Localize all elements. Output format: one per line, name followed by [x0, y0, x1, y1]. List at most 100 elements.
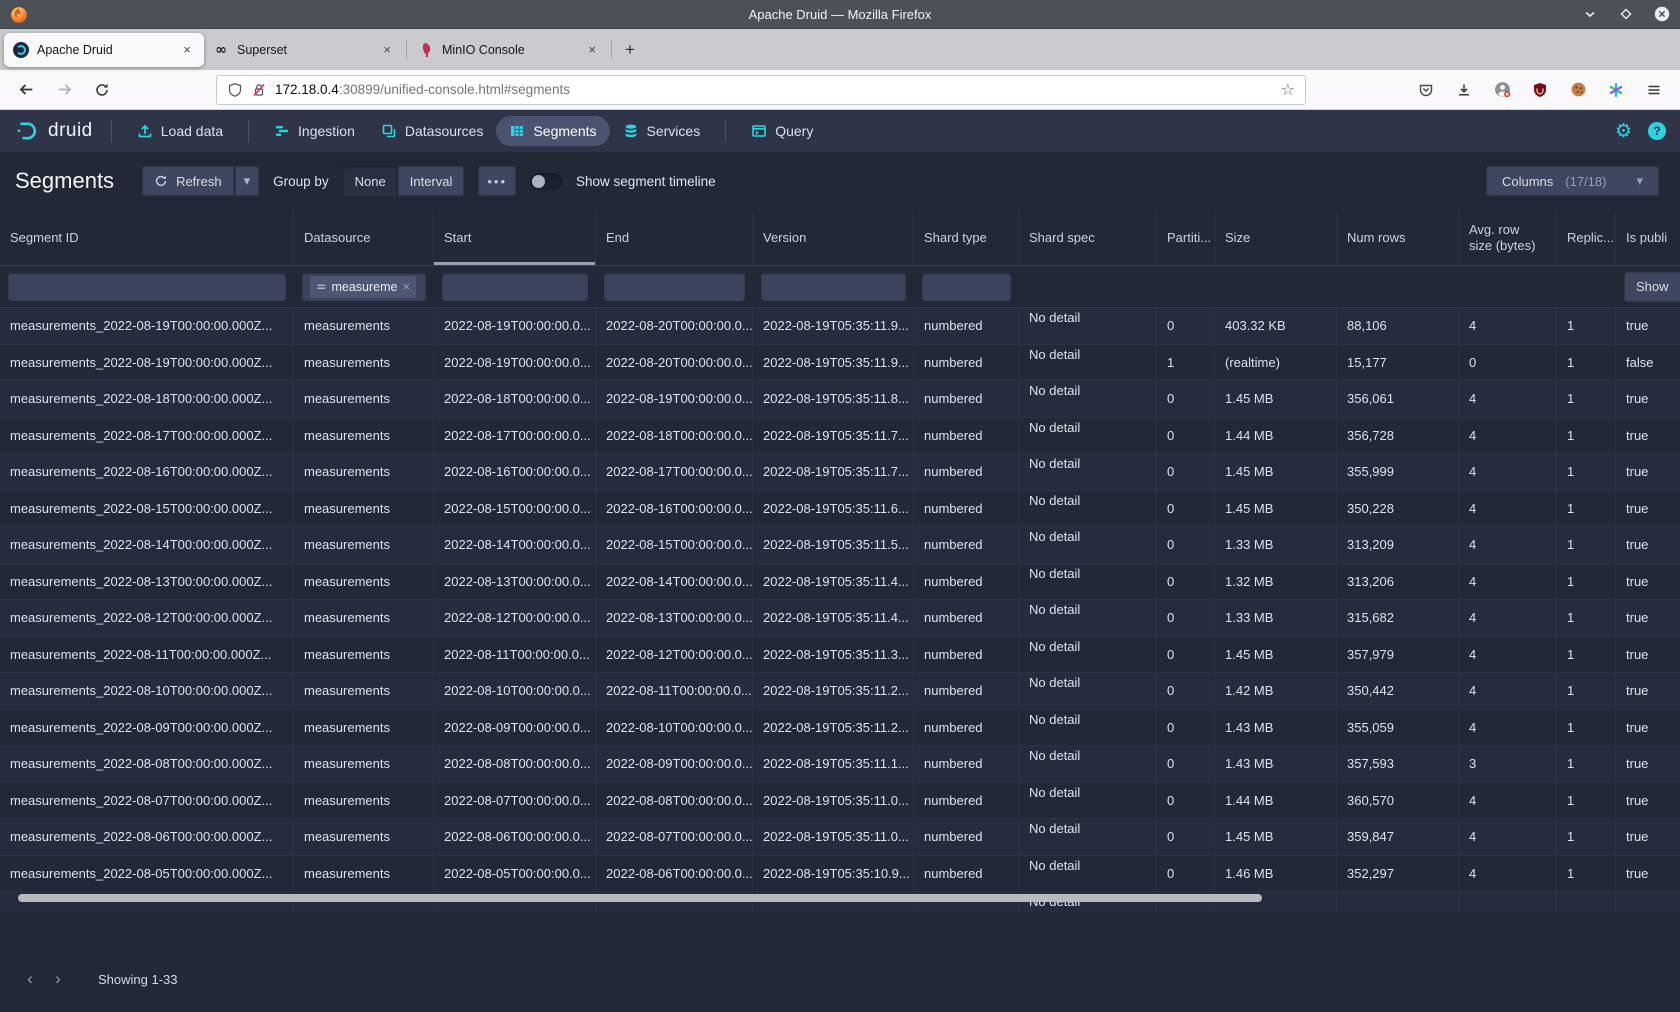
- back-button[interactable]: [10, 75, 42, 105]
- refresh-dropdown-button[interactable]: ▾: [235, 166, 260, 196]
- cell-partition: 0: [1157, 454, 1215, 490]
- close-tab-icon[interactable]: ×: [179, 40, 195, 59]
- reload-button[interactable]: [86, 75, 118, 105]
- column-header-id[interactable]: Segment ID: [0, 210, 294, 265]
- cookie-extension-icon[interactable]: [1562, 75, 1594, 105]
- nav-item-load-data[interactable]: Load data: [124, 116, 236, 146]
- insecure-lock-icon[interactable]: [251, 82, 267, 98]
- filter-input-end[interactable]: [604, 273, 745, 301]
- nav-item-services[interactable]: Services: [610, 116, 714, 146]
- columns-button[interactable]: Columns (17/18) ▾: [1486, 166, 1659, 196]
- table-row[interactable]: measurements_2022-08-08T00:00:00.000Z...…: [0, 746, 1680, 783]
- asterisk-extension-icon[interactable]: [1600, 75, 1632, 105]
- column-header-replicas[interactable]: Replic...: [1557, 210, 1616, 265]
- table-row[interactable]: measurements_2022-08-19T00:00:00.000Z...…: [0, 345, 1680, 382]
- tracking-shield-icon[interactable]: [227, 82, 243, 98]
- close-tab-icon[interactable]: ×: [584, 40, 600, 59]
- cell-is_published: true: [1616, 783, 1680, 819]
- nav-item-ingestion[interactable]: Ingestion: [261, 116, 368, 146]
- tab-title: Superset: [237, 43, 379, 57]
- minimize-button[interactable]: [1582, 6, 1598, 22]
- cell-end: 2022-08-08T00:00:00.0...: [596, 783, 753, 819]
- column-header-size[interactable]: Size: [1215, 210, 1337, 265]
- column-header-num_rows[interactable]: Num rows: [1337, 210, 1459, 265]
- table-row[interactable]: measurements_2022-08-10T00:00:00.000Z...…: [0, 673, 1680, 710]
- filter-input-shard_type[interactable]: [922, 273, 1011, 301]
- table-row[interactable]: measurements_2022-08-16T00:00:00.000Z...…: [0, 454, 1680, 491]
- filter-cell-avg_row_size: [1459, 266, 1557, 308]
- settings-gear-icon[interactable]: ⚙: [1615, 122, 1632, 141]
- filter-cell-shard_type: [914, 266, 1019, 308]
- datasource-filter-tag[interactable]: =measureme×: [310, 276, 416, 298]
- bookmark-star-icon[interactable]: ☆: [1281, 80, 1295, 99]
- horizontal-scrollbar[interactable]: [18, 894, 1262, 902]
- nav-item-datasources[interactable]: Datasources: [368, 116, 497, 146]
- cell-shard_type: numbered: [914, 308, 1019, 344]
- filter-input-start[interactable]: [442, 273, 588, 301]
- group-by-interval-button[interactable]: Interval: [398, 166, 465, 196]
- downloads-icon[interactable]: [1448, 75, 1480, 105]
- table-row[interactable]: measurements_2022-08-05T00:00:00.000Z...…: [0, 856, 1680, 893]
- browser-tab[interactable]: ∞Superset×: [204, 33, 404, 67]
- filter-input-datasource[interactable]: =measureme×: [302, 273, 426, 301]
- refresh-button[interactable]: Refresh: [142, 166, 234, 196]
- pocket-icon[interactable]: [1410, 75, 1442, 105]
- cell-version: 2022-08-19T05:35:11.9...: [753, 345, 914, 381]
- table-row[interactable]: measurements_2022-08-19T00:00:00.000Z...…: [0, 308, 1680, 345]
- forward-button[interactable]: [48, 75, 80, 105]
- show-filter-button[interactable]: Show: [1624, 272, 1680, 302]
- column-header-is_published[interactable]: Is publi: [1616, 210, 1680, 265]
- more-options-button[interactable]: •••: [478, 166, 516, 196]
- close-tab-icon[interactable]: ×: [379, 40, 395, 59]
- cell-id: measurements_2022-08-07T00:00:00.000Z...: [0, 783, 294, 819]
- table-row[interactable]: measurements_2022-08-13T00:00:00.000Z...…: [0, 564, 1680, 601]
- url-text[interactable]: 172.18.0.4:30899/unified-console.html#se…: [275, 82, 1273, 97]
- cell-id: measurements_2022-08-18T00:00:00.000Z...: [0, 381, 294, 417]
- column-header-datasource[interactable]: Datasource: [294, 210, 434, 265]
- cell-version: 2022-08-19T05:35:11.6...: [753, 491, 914, 527]
- browser-tab[interactable]: MinIO Console×: [409, 33, 609, 67]
- nav-item-query[interactable]: Query: [738, 116, 826, 146]
- url-bar[interactable]: 172.18.0.4:30899/unified-console.html#se…: [216, 75, 1306, 105]
- help-icon[interactable]: ?: [1648, 122, 1666, 140]
- filter-input-version[interactable]: [761, 273, 906, 301]
- table-row[interactable]: measurements_2022-08-18T00:00:00.000Z...…: [0, 381, 1680, 418]
- cell-id: measurements_2022-08-05T00:00:00.000Z...: [0, 856, 294, 892]
- pagination-status: Showing 1-33: [98, 972, 178, 987]
- remove-filter-icon[interactable]: ×: [402, 279, 410, 294]
- table-row[interactable]: measurements_2022-08-09T00:00:00.000Z...…: [0, 710, 1680, 747]
- table-row[interactable]: measurements_2022-08-07T00:00:00.000Z...…: [0, 783, 1680, 820]
- filter-input-id[interactable]: [8, 273, 286, 301]
- browser-tab[interactable]: Apache Druid×: [4, 33, 204, 67]
- column-header-start[interactable]: Start: [434, 210, 596, 265]
- next-page-button[interactable]: ›: [44, 965, 72, 993]
- column-header-shard_spec[interactable]: Shard spec: [1019, 210, 1157, 265]
- tab-title: Apache Druid: [37, 43, 179, 57]
- account-extension-icon[interactable]: [1486, 75, 1518, 105]
- column-header-avg_row_size[interactable]: Avg. row size (bytes): [1459, 210, 1557, 265]
- table-row[interactable]: measurements_2022-08-06T00:00:00.000Z...…: [0, 819, 1680, 856]
- table-row[interactable]: measurements_2022-08-17T00:00:00.000Z...…: [0, 418, 1680, 455]
- nav-item-label: Query: [775, 123, 813, 139]
- ublock-origin-icon[interactable]: [1524, 75, 1556, 105]
- table-row[interactable]: measurements_2022-08-15T00:00:00.000Z...…: [0, 491, 1680, 528]
- table-row[interactable]: measurements_2022-08-14T00:00:00.000Z...…: [0, 527, 1680, 564]
- cell-avg_row_size: 4: [1459, 527, 1557, 563]
- druid-logo[interactable]: druid: [14, 118, 93, 144]
- previous-page-button[interactable]: ‹: [16, 965, 44, 993]
- maximize-button[interactable]: [1618, 6, 1634, 22]
- group-by-none-button[interactable]: None: [343, 166, 398, 196]
- column-header-version[interactable]: Version: [753, 210, 914, 265]
- segment-timeline-toggle[interactable]: [530, 173, 562, 190]
- close-window-button[interactable]: [1654, 6, 1670, 22]
- table-row[interactable]: measurements_2022-08-12T00:00:00.000Z...…: [0, 600, 1680, 637]
- menu-hamburger-icon[interactable]: [1638, 75, 1670, 105]
- nav-item-segments[interactable]: Segments: [496, 116, 609, 146]
- column-header-end[interactable]: End: [596, 210, 753, 265]
- column-header-shard_type[interactable]: Shard type: [914, 210, 1019, 265]
- new-tab-button[interactable]: +: [614, 34, 646, 66]
- cell-is_published: true: [1616, 454, 1680, 490]
- cell-size: 1.44 MB: [1215, 783, 1337, 819]
- table-row[interactable]: measurements_2022-08-11T00:00:00.000Z...…: [0, 637, 1680, 674]
- column-header-partition[interactable]: Partiti...: [1157, 210, 1215, 265]
